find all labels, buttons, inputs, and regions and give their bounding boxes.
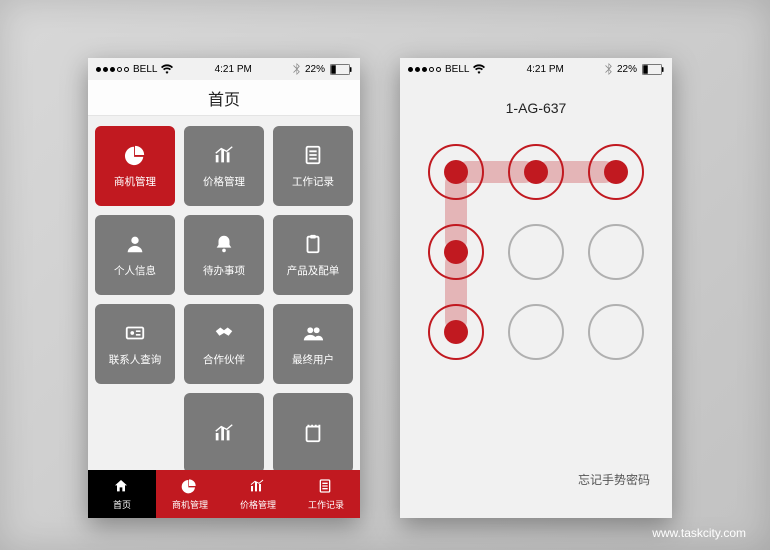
pie-chart-icon [181,478,199,496]
tab-label: 商机管理 [172,498,208,511]
tile-产品及配单[interactable]: 产品及配单 [273,215,353,295]
bar-lines-icon [249,478,267,496]
tile-待办事项[interactable]: 待办事项 [184,215,264,295]
pattern-dot-6[interactable] [588,224,644,280]
tile-最终用户[interactable]: 最终用户 [273,304,353,384]
tile-bar-lines-icon[interactable] [184,393,264,473]
tile-grid: 商机管理 价格管理 工作记录个人信息 待办事项 产品及配单联系人查询 合作伙伴 最终用户 [88,116,360,473]
home-icon [113,478,131,496]
tile-notepad-icon[interactable] [273,393,353,473]
tile-label: 合作伙伴 [203,352,245,367]
tab-首页[interactable]: 首页 [88,470,156,518]
bar-lines-icon [212,421,236,445]
pattern-dot-core [444,320,468,344]
pattern-dot-core [444,240,468,264]
bell-icon [212,232,236,256]
wifi-icon [161,64,173,74]
pattern-dot-core [604,240,628,264]
battery-pct: 22% [305,64,325,75]
tile-价格管理[interactable]: 价格管理 [184,126,264,206]
tab-bar: 首页 商机管理 价格管理 工作记录 [88,470,360,518]
tab-label: 价格管理 [240,498,276,511]
tile-联系人查询[interactable]: 联系人查询 [95,304,175,384]
carrier-label: BELL [445,64,469,75]
tab-工作记录[interactable]: 工作记录 [292,470,360,518]
bluetooth-icon [293,63,300,75]
status-time: 4:21 PM [215,64,252,75]
status-time: 4:21 PM [527,64,564,75]
tile-label: 最终用户 [292,352,334,367]
tab-商机管理[interactable]: 商机管理 [156,470,224,518]
home-screen: BELL 4:21 PM 22% 首页 商机管理价格管理工作记录个人信息待办事项… [88,58,360,518]
notepad-icon [301,421,325,445]
tile-label: 待办事项 [203,263,245,278]
page-title: 首页 [208,86,240,110]
pattern-dot-9[interactable] [588,304,644,360]
tab-价格管理[interactable]: 价格管理 [224,470,292,518]
pattern-dot-core [524,160,548,184]
tile-工作记录[interactable]: 工作记录 [273,126,353,206]
pattern-dot-core [444,160,468,184]
wifi-icon [473,64,485,74]
pattern-lock[interactable] [428,144,644,360]
nav-bar: 首页 [88,80,360,116]
tile-个人信息[interactable]: 个人信息 [95,215,175,295]
pie-chart-icon [123,143,147,167]
pattern-dot-core [524,320,548,344]
signal-dots [408,67,441,72]
pattern-dot-1[interactable] [428,144,484,200]
status-bar: BELL 4:21 PM 22% [88,58,360,80]
tile-label: 产品及配单 [287,263,340,278]
status-bar: BELL 4:21 PM 22% [400,58,672,80]
pattern-dot-7[interactable] [428,304,484,360]
tile-label: 价格管理 [203,174,245,189]
carrier-label: BELL [133,64,157,75]
pattern-dot-3[interactable] [588,144,644,200]
tile-label: 商机管理 [114,174,156,189]
pattern-dot-2[interactable] [508,144,564,200]
id-card-icon [123,321,147,345]
tab-label: 首页 [113,498,131,511]
handshake-icon [212,321,236,345]
pattern-dot-core [604,160,628,184]
list-sheet-icon [317,478,335,496]
lock-screen: BELL 4:21 PM 22% 1-AG-637 忘记手势密码 [400,58,672,518]
clipboard-icon [301,232,325,256]
battery-pct: 22% [617,64,637,75]
pattern-dot-core [524,240,548,264]
forgot-pattern-link[interactable]: 忘记手势密码 [578,471,650,488]
bar-lines-icon [212,143,236,167]
pattern-dot-5[interactable] [508,224,564,280]
tile-合作伙伴[interactable]: 合作伙伴 [184,304,264,384]
tile-label: 工作记录 [292,174,334,189]
signal-dots [96,67,129,72]
pattern-dot-4[interactable] [428,224,484,280]
person-icon [123,232,147,256]
bluetooth-icon [605,63,612,75]
tile-label: 个人信息 [114,263,156,278]
tile-商机管理[interactable]: 商机管理 [95,126,175,206]
people-icon [301,321,325,345]
tile-label: 联系人查询 [109,352,162,367]
footer-url: www.taskcity.com [652,526,746,540]
list-sheet-icon [301,143,325,167]
battery-icon [330,64,352,75]
lock-title: 1-AG-637 [400,100,672,116]
tab-label: 工作记录 [308,498,344,511]
pattern-dot-8[interactable] [508,304,564,360]
battery-icon [642,64,664,75]
pattern-dot-core [604,320,628,344]
